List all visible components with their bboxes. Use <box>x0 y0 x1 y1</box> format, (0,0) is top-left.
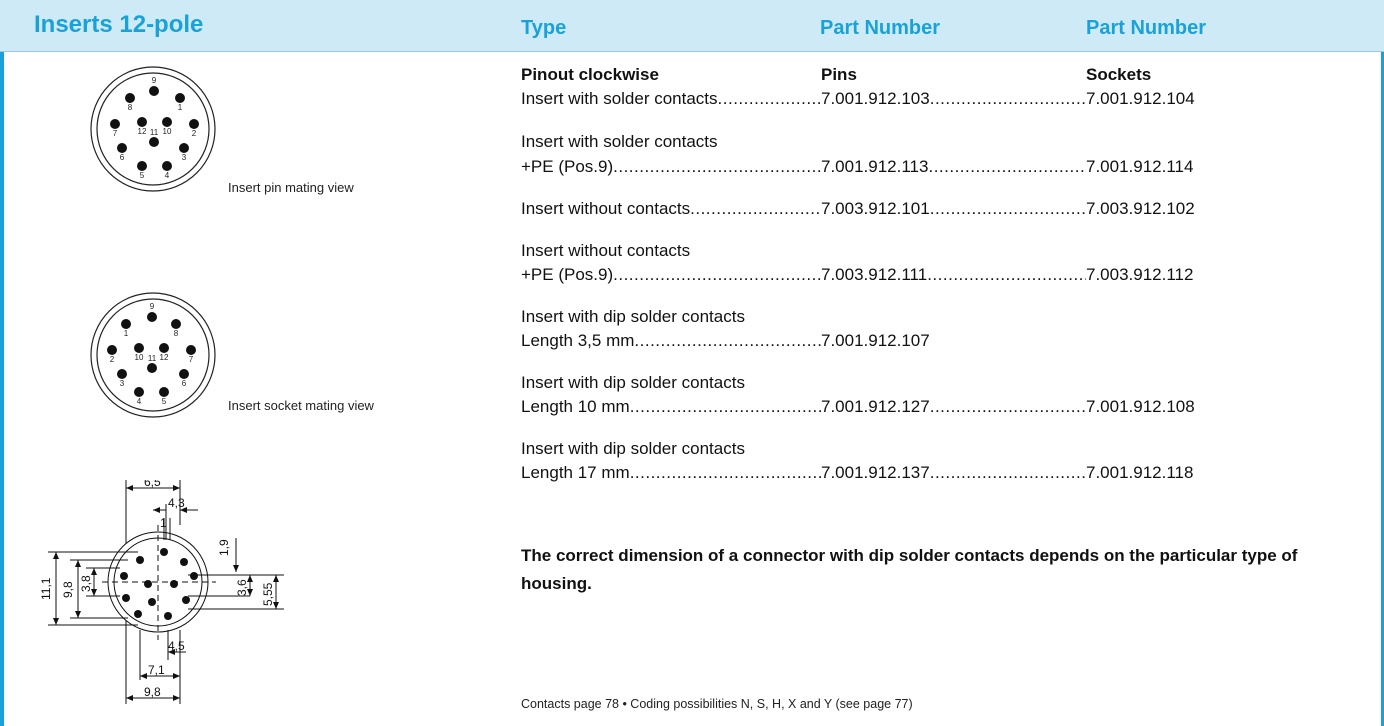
item-label: Insert with dip solder contacts <box>521 373 745 392</box>
dim-6-5: 6,5 <box>144 480 161 489</box>
socket-number-8: 8 <box>174 329 179 338</box>
socket-number-5: 5 <box>162 397 167 406</box>
socket-view-caption: Insert socket mating view <box>228 398 374 413</box>
socket-number-12: 12 <box>160 353 169 362</box>
pin-number-6: 6 <box>120 153 125 162</box>
dim-5-55: 5,55 <box>261 582 275 606</box>
list-item: +PE (Pos.9) 7.001.912.113 7.001.912.114 <box>521 157 1341 179</box>
dim-1: 1 <box>160 516 167 530</box>
pins-part-number: 7.003.912.111 <box>821 265 928 284</box>
list-item-first-line: Insert with solder contacts <box>521 132 1341 154</box>
dimension-labels: 6,5 4,3 1 1,9 11,1 9,8 3,8 3,6 5,55 4,5 … <box>39 480 275 699</box>
item-label: Insert with solder contacts <box>521 89 718 108</box>
pins-part-number: 7.001.912.127 <box>821 397 930 416</box>
pin-number-8: 8 <box>128 103 133 112</box>
list-item: +PE (Pos.9) 7.003.912.111 7.003.912.112 <box>521 265 1341 287</box>
pin-number-10: 10 <box>163 127 172 136</box>
socket-number-7: 7 <box>189 355 194 364</box>
pin-number-9: 9 <box>152 76 157 85</box>
list-item-first-line: Insert without contacts <box>521 241 1341 263</box>
dim-9-8-horizontal: 9,8 <box>144 685 161 699</box>
dim-4-5: 4,5 <box>168 639 185 653</box>
item-label-second-line: +PE (Pos.9) <box>521 265 614 284</box>
pin-number-1: 1 <box>178 103 183 112</box>
sockets-part-number: 7.001.912.108 <box>1086 397 1195 416</box>
list-item-first-line: Insert with dip solder contacts <box>521 307 1341 329</box>
sockets-part-number: 7.003.912.102 <box>1086 199 1195 218</box>
socket-number-6: 6 <box>182 379 187 388</box>
dim-3-6: 3,6 <box>235 579 249 596</box>
socket-number-11: 11 <box>148 354 157 363</box>
item-label-second-line: Length 3,5 mm <box>521 331 635 350</box>
socket-number-9: 9 <box>150 302 155 311</box>
label-pinout-clockwise: Pinout clockwise <box>521 65 659 84</box>
pin-number-7: 7 <box>113 129 118 138</box>
column-header-pins-part-number: Part Number <box>820 17 941 39</box>
sockets-part-number: 7.003.912.112 <box>1086 265 1194 284</box>
pins-part-number: 7.001.912.103 <box>821 89 930 108</box>
item-label: Insert with dip solder contacts <box>521 439 745 458</box>
list-item-first-line: Insert with dip solder contacts <box>521 373 1341 395</box>
list-item: Insert without contacts 7.003.912.101 7.… <box>521 199 1341 221</box>
dim-7-1: 7,1 <box>148 663 165 677</box>
list-item-first-line: Insert with dip solder contacts <box>521 439 1341 461</box>
list-item: Length 3,5 mm 7.001.912.107 <box>521 331 1341 353</box>
dimension-drawing: 6,5 4,3 1 1,9 11,1 9,8 3,8 3,6 5,55 4,5 … <box>39 480 284 704</box>
item-label-second-line: Length 10 mm <box>521 397 630 416</box>
pin-mating-view-diagram: 8 9 1 7 12 10 2 11 6 3 5 4 <box>90 66 216 192</box>
sockets-part-number: 7.001.912.114 <box>1086 157 1194 176</box>
label-pins: Pins <box>821 65 857 84</box>
pin-number-11: 11 <box>150 128 159 137</box>
pins-part-number: 7.001.912.113 <box>821 157 929 176</box>
socket-number-10: 10 <box>135 353 144 362</box>
column-header-type: Type <box>521 17 567 39</box>
socket-number-2: 2 <box>110 355 115 364</box>
drawing-contacts <box>120 548 198 620</box>
pins-part-number: 7.003.912.101 <box>821 199 930 218</box>
dim-4-3: 4,3 <box>168 496 185 510</box>
pin-number-5: 5 <box>140 171 145 180</box>
list-item: Insert with solder contacts 7.001.912.10… <box>521 89 1341 111</box>
column-header-sockets-part-number: Part Number <box>1086 17 1207 39</box>
item-label: Insert without contacts <box>521 199 691 218</box>
item-label-second-line: Length 17 mm <box>521 463 630 482</box>
sockets-part-number: 7.001.912.104 <box>1086 89 1195 108</box>
pin-number-3: 3 <box>182 153 187 162</box>
dim-9-8-vertical: 9,8 <box>61 581 75 598</box>
pin-number-4: 4 <box>165 171 170 180</box>
list-item: Length 10 mm 7.001.912.127 7.001.912.108 <box>521 397 1341 419</box>
socket-number-1: 1 <box>124 329 129 338</box>
pins-part-number: 7.001.912.137 <box>821 463 930 482</box>
footer-references: Contacts page 78 • Coding possibilities … <box>521 697 913 711</box>
table-header: Inserts 12-pole Type Part Number Part Nu… <box>0 0 1384 52</box>
socket-number-3: 3 <box>120 379 125 388</box>
sockets-part-number: 7.001.912.118 <box>1086 463 1194 482</box>
item-label-second-line: +PE (Pos.9) <box>521 157 614 176</box>
socket-number-4: 4 <box>137 397 142 406</box>
item-label: Insert without contacts <box>521 241 691 260</box>
pins-part-number: 7.001.912.107 <box>821 331 930 350</box>
label-sockets: Sockets <box>1086 65 1152 84</box>
pin-number-2: 2 <box>192 129 197 138</box>
list-item: Length 17 mm 7.001.912.137 7.001.912.118 <box>521 463 1341 485</box>
dim-1-9: 1,9 <box>217 539 231 556</box>
pin-view-caption: Insert pin mating view <box>228 180 354 195</box>
dim-3-8: 3,8 <box>79 575 93 592</box>
item-label: Insert with solder contacts <box>521 132 718 151</box>
dim-11-1: 11,1 <box>39 577 53 600</box>
pin-number-12: 12 <box>138 127 147 136</box>
item-label: Insert with dip solder contacts <box>521 307 745 326</box>
page-title: Inserts 12-pole <box>34 11 204 38</box>
socket-mating-view-diagram: 1 9 8 2 10 12 7 11 3 6 4 5 <box>90 292 216 418</box>
dip-solder-note: The correct dimension of a connector wit… <box>521 546 1298 593</box>
